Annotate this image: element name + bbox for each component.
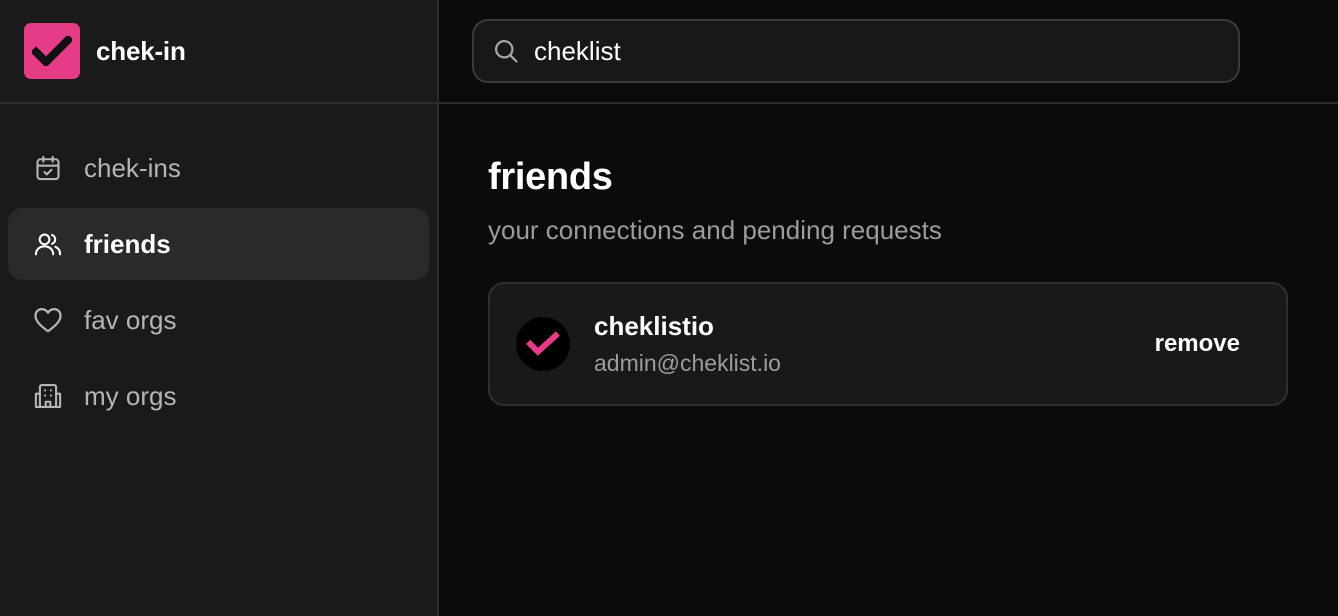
sidebar-item-label: fav orgs bbox=[84, 304, 177, 335]
topbar bbox=[439, 0, 1338, 104]
remove-friend-button[interactable]: remove bbox=[1155, 330, 1240, 358]
search-icon bbox=[492, 37, 520, 65]
sidebar-item-my-orgs[interactable]: my orgs bbox=[8, 360, 429, 432]
sidebar-nav: chek-ins friends fav orgs my orgs bbox=[0, 104, 437, 432]
calendar-check-icon bbox=[32, 152, 64, 184]
friends-section: friends your connections and pending req… bbox=[439, 104, 1338, 406]
users-icon bbox=[32, 228, 64, 260]
friend-card: cheklistio admin@cheklist.io remove bbox=[488, 282, 1288, 406]
logo-icon bbox=[24, 23, 80, 79]
page-subtitle: your connections and pending requests bbox=[488, 215, 942, 245]
checkmark-icon bbox=[526, 331, 560, 357]
friend-name: cheklistio bbox=[594, 311, 714, 341]
page-title: friends bbox=[488, 156, 613, 198]
app-name: chek-in bbox=[96, 35, 186, 66]
friend-info: cheklistio admin@cheklist.io bbox=[594, 311, 1155, 377]
sidebar-item-chek-ins[interactable]: chek-ins bbox=[8, 132, 429, 204]
sidebar-item-label: friends bbox=[84, 228, 171, 259]
sidebar: chek-in chek-ins friends fav orgs my org… bbox=[0, 0, 439, 616]
brand[interactable]: chek-in bbox=[0, 0, 437, 104]
sidebar-item-fav-orgs[interactable]: fav orgs bbox=[8, 284, 429, 356]
heart-icon bbox=[32, 304, 64, 336]
sidebar-item-label: my orgs bbox=[84, 380, 177, 411]
main-panel: friends your connections and pending req… bbox=[439, 0, 1338, 616]
sidebar-item-label: chek-ins bbox=[84, 152, 181, 183]
friend-email: admin@cheklist.io bbox=[594, 350, 781, 376]
building-icon bbox=[32, 380, 64, 412]
sidebar-item-friends[interactable]: friends bbox=[8, 208, 429, 280]
search-box[interactable] bbox=[472, 19, 1240, 83]
app-root: chek-in chek-ins friends fav orgs my org… bbox=[0, 0, 1338, 616]
avatar bbox=[516, 317, 570, 371]
search-input[interactable] bbox=[534, 35, 1174, 67]
